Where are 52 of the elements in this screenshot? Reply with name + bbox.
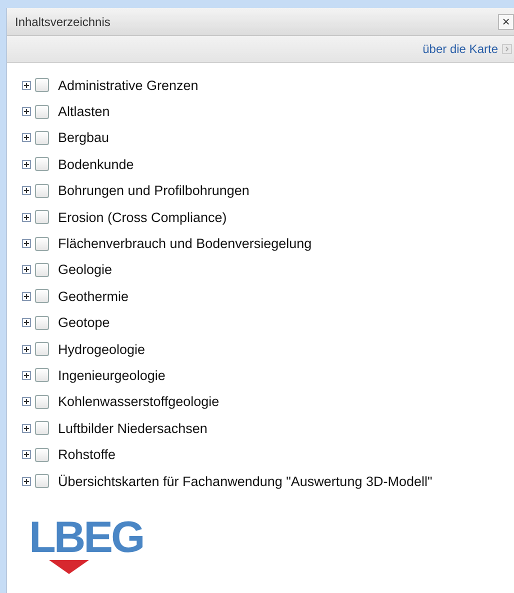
checkbox[interactable] [35,184,49,198]
expand-icon[interactable] [22,133,31,142]
checkbox[interactable] [35,394,49,409]
checkbox[interactable] [35,342,49,356]
expand-icon[interactable] [22,160,31,169]
checkbox[interactable] [35,236,49,251]
layer-label[interactable]: Administrative Grenzen [58,78,198,93]
expand-icon[interactable] [22,424,31,433]
layer-label[interactable]: Übersichtskarten für Fachanwendung "Auswertung 3D-Modell" [58,474,432,489]
panel-title: Inhaltsverzeichnis [15,14,110,28]
layer-label[interactable]: Erosion (Cross Compliance) [58,210,227,225]
layer-label[interactable]: Hydrogeologie [58,342,146,357]
checkbox[interactable] [35,474,49,488]
checkbox[interactable] [35,316,49,330]
layer-label[interactable]: Luftbilder Niedersachsen [58,420,208,436]
expand-icon[interactable] [22,265,31,274]
expand-icon[interactable] [22,107,31,116]
expand-icon[interactable] [22,239,31,248]
close-button[interactable]: × [498,14,514,30]
checkbox[interactable] [35,448,49,462]
expand-icon[interactable] [22,80,31,90]
checkbox[interactable] [35,421,49,436]
checkbox[interactable] [35,157,49,172]
checkbox[interactable] [35,210,49,224]
checkbox[interactable] [35,130,49,145]
checkbox[interactable] [35,289,49,304]
layer-label[interactable]: Geothermie [58,288,129,304]
layer-label[interactable]: Geotope [58,315,110,330]
logo: LBEG [29,516,144,574]
layer-label[interactable]: Ingenieurgeologie [58,368,166,383]
expand-icon[interactable] [22,397,31,406]
expand-icon[interactable] [22,318,31,328]
about-map-link[interactable]: über die Karte [422,42,498,56]
checkbox[interactable] [35,78,49,92]
expand-icon[interactable] [22,344,31,354]
checkbox[interactable] [35,262,49,277]
layer-label[interactable]: Bohrungen und Profilbohrungen [58,183,250,198]
expand-icon[interactable] [22,186,31,196]
layer-label[interactable]: Bodenkunde [58,156,134,172]
layer-label[interactable]: Kohlenwasserstoffgeologie [58,394,220,410]
layer-label[interactable]: Altlasten [58,104,110,120]
checkbox[interactable] [35,368,49,382]
layer-label[interactable]: Geologie [58,262,112,278]
layer-label[interactable]: Bergbau [58,130,110,146]
layer-label[interactable]: Rohstoffe [58,447,116,462]
expand-icon[interactable] [22,450,31,460]
layer-label[interactable]: Flächenverbrauch und Bodenversiegelung [58,236,312,252]
expand-icon[interactable] [22,476,31,486]
checkbox[interactable] [35,104,49,119]
expand-icon[interactable] [22,370,31,380]
expand-icon[interactable] [22,292,31,301]
expand-icon[interactable] [22,212,31,222]
